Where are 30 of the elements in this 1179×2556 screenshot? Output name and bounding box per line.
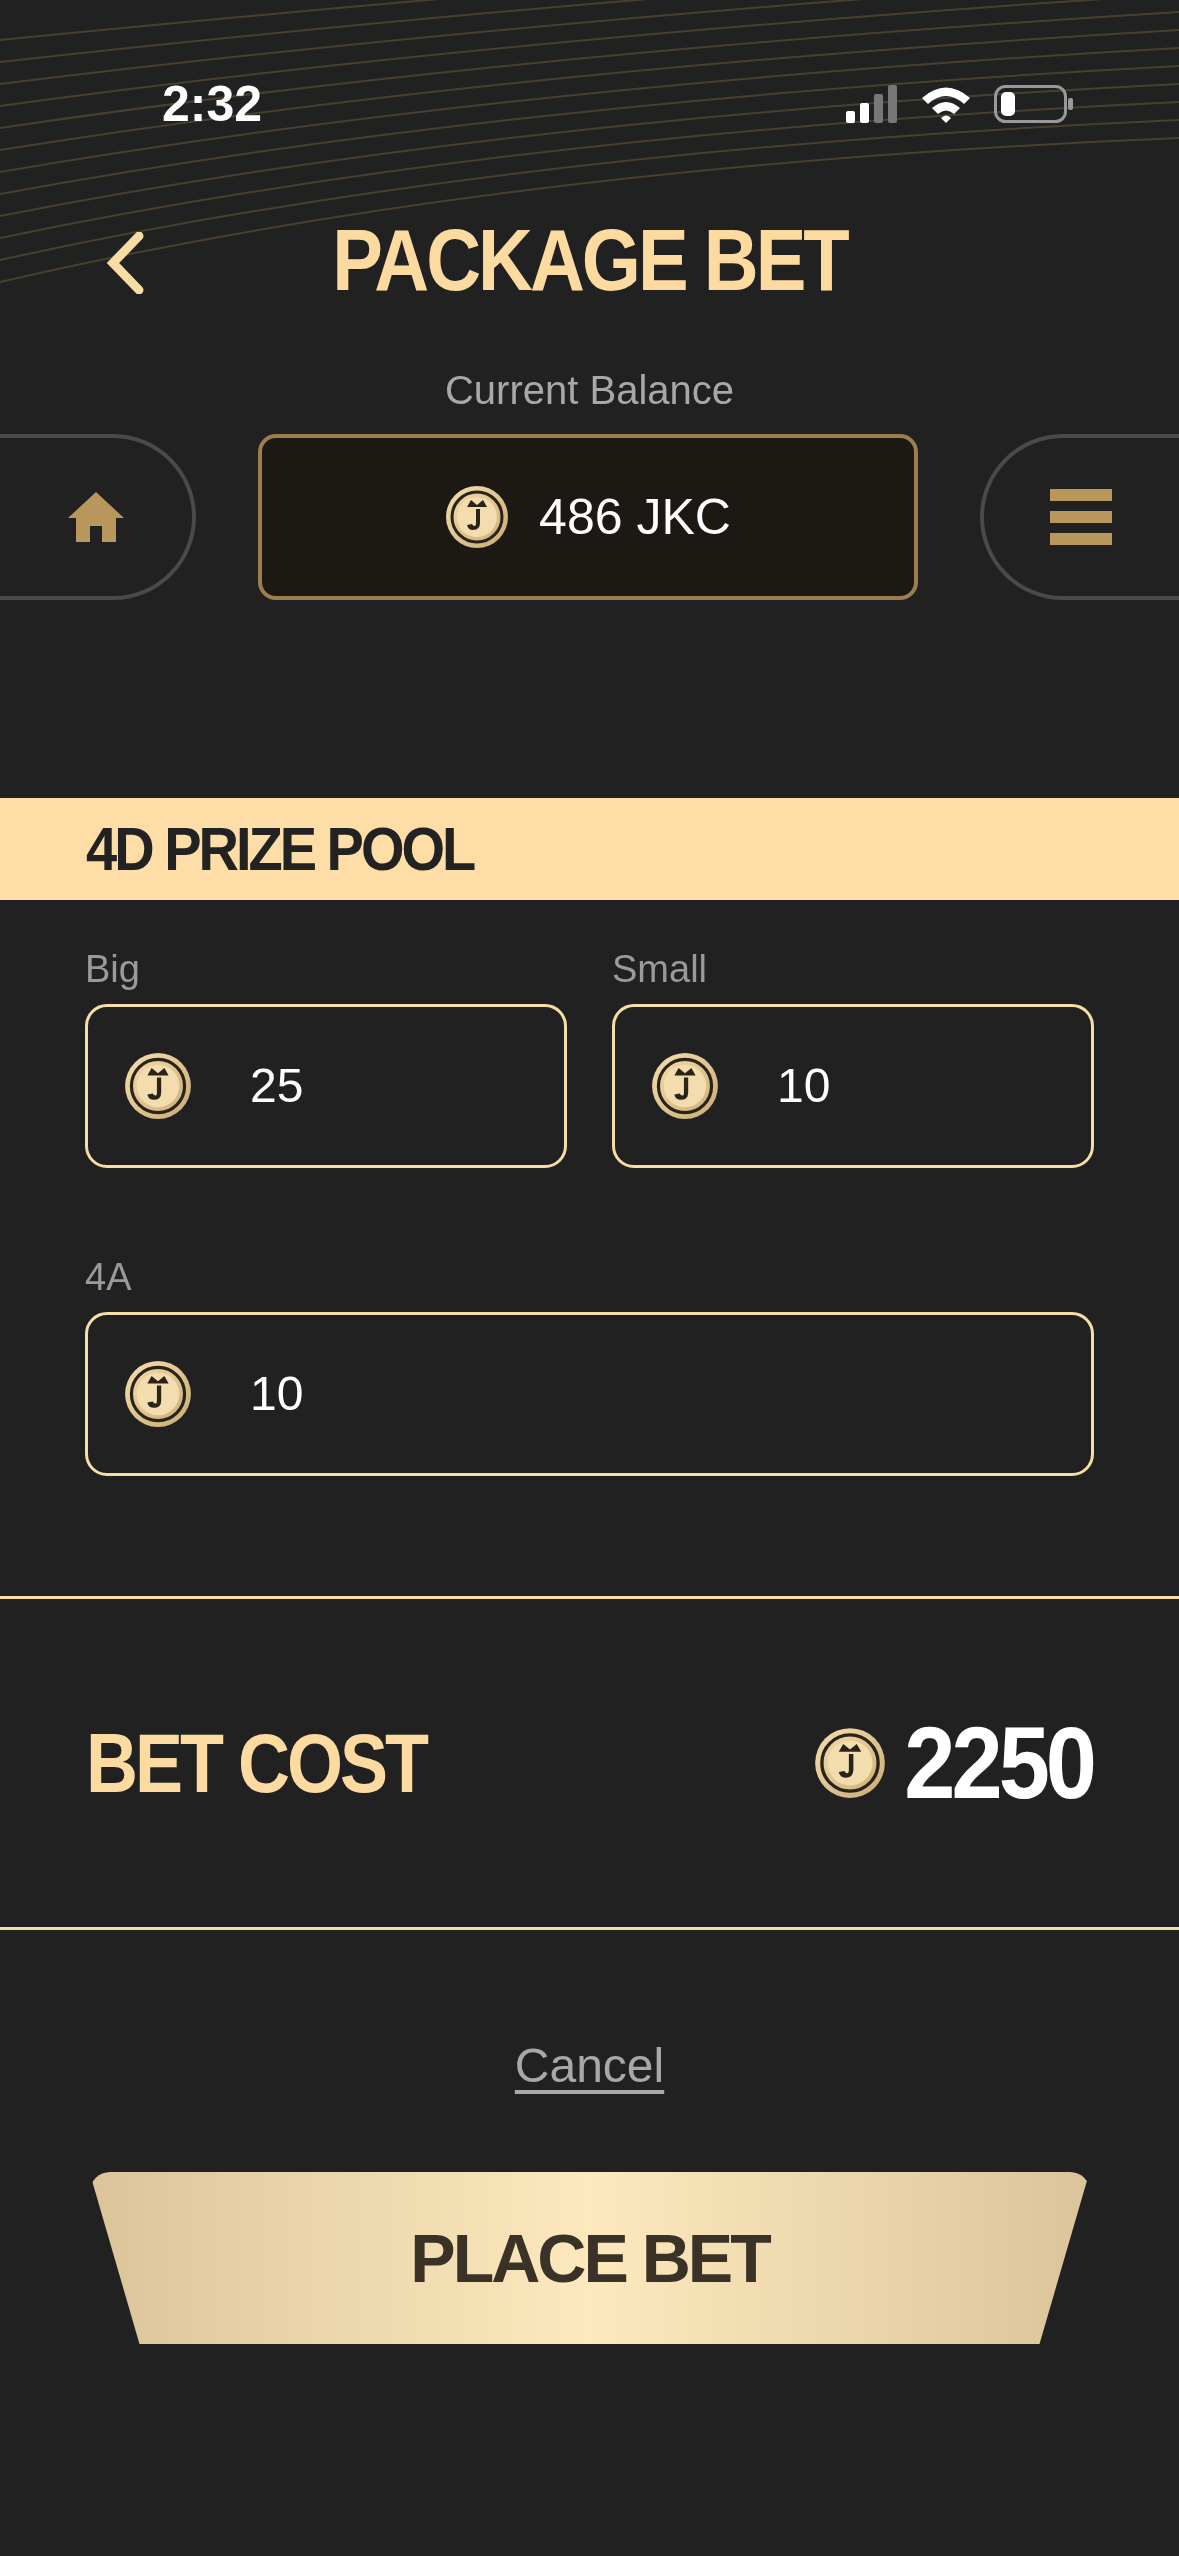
amount-field[interactable]: 10 <box>85 1312 1094 1476</box>
field-label: 4A <box>85 1258 133 1296</box>
bet-cost-value: 2250 <box>904 1705 1093 1822</box>
field-value: 10 <box>777 1058 831 1114</box>
coin-icon <box>445 485 510 549</box>
cancel-link[interactable]: Cancel <box>514 2030 665 2102</box>
coin-icon <box>814 1727 887 1799</box>
coin-icon <box>651 1052 719 1120</box>
home-icon <box>68 492 124 542</box>
home-button[interactable] <box>0 434 196 600</box>
field-label: Small <box>612 950 709 988</box>
field-label: Big <box>85 950 141 988</box>
coin-icon <box>124 1360 192 1428</box>
field-value: 25 <box>250 1058 304 1114</box>
menu-button[interactable] <box>980 434 1179 600</box>
signal-icon <box>846 85 898 123</box>
section-title: 4D PRIZE POOL <box>86 812 474 886</box>
menu-icon <box>1050 489 1112 545</box>
balance-value: 486 JKC <box>539 487 731 547</box>
amount-field[interactable]: 10 <box>612 1004 1094 1168</box>
back-chevron-icon <box>105 232 145 294</box>
page-title: PACKAGE BET <box>332 209 847 311</box>
status-time: 2:32 <box>162 74 263 134</box>
battery-icon <box>994 85 1074 123</box>
balance-label: Current Balance <box>444 370 734 410</box>
bet-cost-label: BET COST <box>86 1716 426 1811</box>
amount-field[interactable]: 25 <box>85 1004 567 1168</box>
wifi-icon <box>920 85 972 123</box>
coin-icon <box>124 1052 192 1120</box>
field-value: 10 <box>250 1366 304 1422</box>
